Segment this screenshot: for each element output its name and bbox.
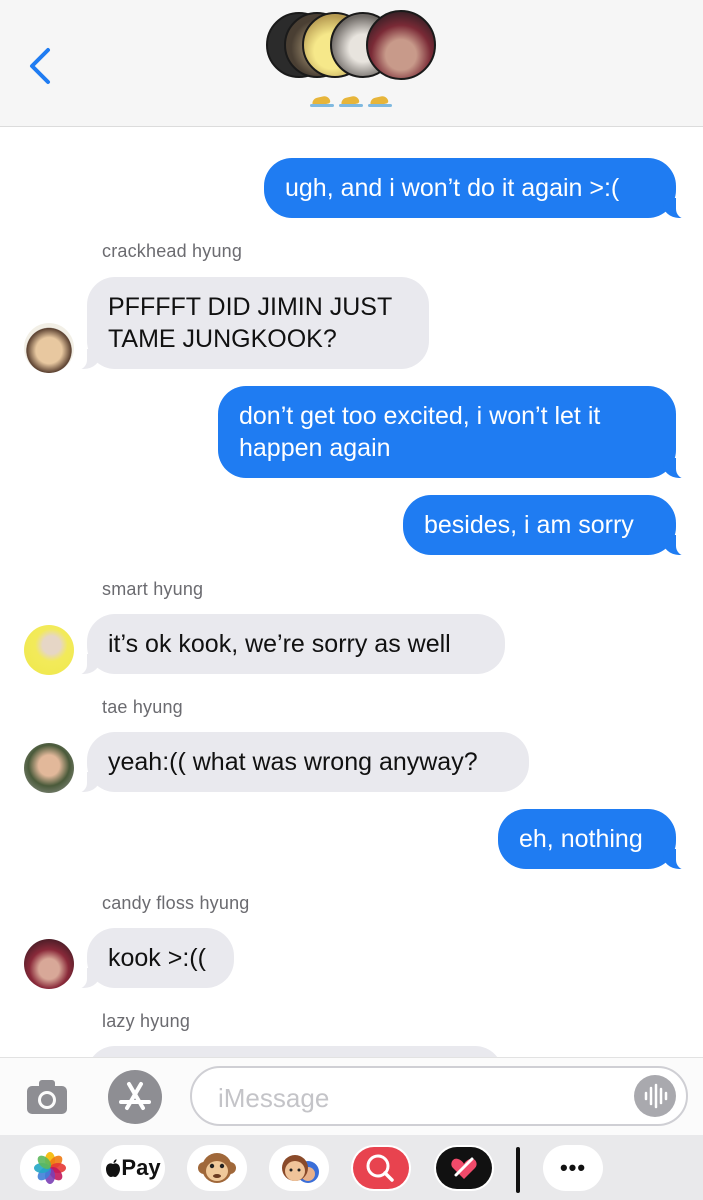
sender-avatar-candy-floss-hyung[interactable]	[24, 939, 74, 989]
sandal-emoji-icon	[339, 96, 363, 108]
apple-pay-label: Pay	[121, 1155, 161, 1180]
message-thread[interactable]: ugh, and i won’t do it again >:( crackhe…	[0, 127, 703, 1057]
message-text-line: happen again	[239, 434, 391, 462]
incoming-message-bubble[interactable]: kook >:((	[74, 928, 234, 989]
message-text: besides, i am sorry	[424, 511, 634, 539]
monkey-animoji-icon	[198, 1153, 236, 1183]
message-text-line: don’t get too excited, i won’t let it	[239, 402, 601, 430]
image-search-icon	[353, 1147, 409, 1189]
message-text-line: TAME JUNGKOOK?	[108, 325, 337, 353]
camera-icon	[27, 1080, 67, 1114]
sender-name: smart hyung	[102, 579, 204, 599]
conversation-header	[0, 0, 703, 127]
outgoing-message-bubble[interactable]: ugh, and i won’t do it again >:(	[264, 158, 689, 219]
more-apps-button[interactable]: •••	[543, 1145, 603, 1191]
app-drawer: Pay •••	[0, 1135, 703, 1200]
app-store-button[interactable]	[108, 1070, 162, 1124]
more-icon: •••	[559, 1155, 587, 1180]
message-text: ugh, and i won’t do it again >:(	[285, 174, 620, 202]
message-text: it’s ok kook, we’re sorry as well	[108, 630, 451, 658]
memoji-app-button[interactable]	[269, 1145, 329, 1191]
sender-avatar-tae-hyung[interactable]	[24, 743, 74, 793]
sender-name: crackhead hyung	[102, 241, 243, 261]
group-name-emoji[interactable]	[310, 96, 392, 112]
group-avatar-stack[interactable]	[266, 10, 438, 82]
digital-touch-app-button[interactable]	[434, 1145, 494, 1191]
back-button[interactable]	[24, 44, 60, 88]
sender-name: candy floss hyung	[102, 893, 250, 913]
imessage-field[interactable]	[190, 1066, 688, 1126]
compose-bar	[0, 1057, 703, 1136]
message-text: yeah:(( what was wrong anyway?	[108, 748, 478, 776]
digital-touch-icon	[436, 1147, 492, 1189]
memoji-icon	[282, 1155, 319, 1183]
app-store-icon	[119, 1082, 151, 1110]
animoji-app-button[interactable]	[187, 1145, 247, 1191]
sandal-emoji-icon	[310, 96, 334, 108]
photos-app-button[interactable]	[20, 1145, 80, 1191]
drawer-divider	[516, 1147, 520, 1193]
message-text-line: PFFFFT DID JIMIN JUST	[108, 293, 393, 321]
sender-avatar-smart-hyung[interactable]	[24, 625, 74, 675]
back-chevron-icon	[30, 48, 50, 84]
audio-message-button[interactable]	[634, 1075, 676, 1117]
message-text: kook >:((	[108, 944, 206, 972]
apple-pay-button[interactable]: Pay	[101, 1145, 165, 1191]
image-search-app-button[interactable]	[351, 1145, 411, 1191]
outgoing-message-bubble[interactable]: besides, i am sorry	[403, 495, 689, 556]
incoming-message-bubble[interactable]: PFFFFT DID JIMIN JUST TAME JUNGKOOK?	[74, 277, 429, 370]
audio-waveform-icon	[644, 1083, 668, 1109]
incoming-message-bubble[interactable]	[87, 1046, 503, 1057]
apple-pay-icon	[106, 1159, 121, 1177]
incoming-message-bubble[interactable]: it’s ok kook, we’re sorry as well	[74, 614, 505, 675]
photos-icon	[34, 1152, 66, 1184]
sender-name: lazy hyung	[102, 1011, 191, 1031]
incoming-message-bubble[interactable]: yeah:(( what was wrong anyway?	[74, 732, 529, 793]
camera-button[interactable]	[24, 1074, 70, 1120]
sandal-emoji-icon	[368, 96, 392, 108]
sender-avatar-crackhead-hyung[interactable]	[24, 323, 74, 373]
message-text: eh, nothing	[519, 825, 643, 853]
outgoing-message-bubble[interactable]: don’t get too excited, i won’t let it ha…	[218, 386, 689, 479]
sender-name: tae hyung	[102, 697, 183, 717]
group-avatar-5	[366, 10, 436, 80]
message-input[interactable]	[216, 1080, 620, 1116]
outgoing-message-bubble[interactable]: eh, nothing	[498, 809, 689, 870]
